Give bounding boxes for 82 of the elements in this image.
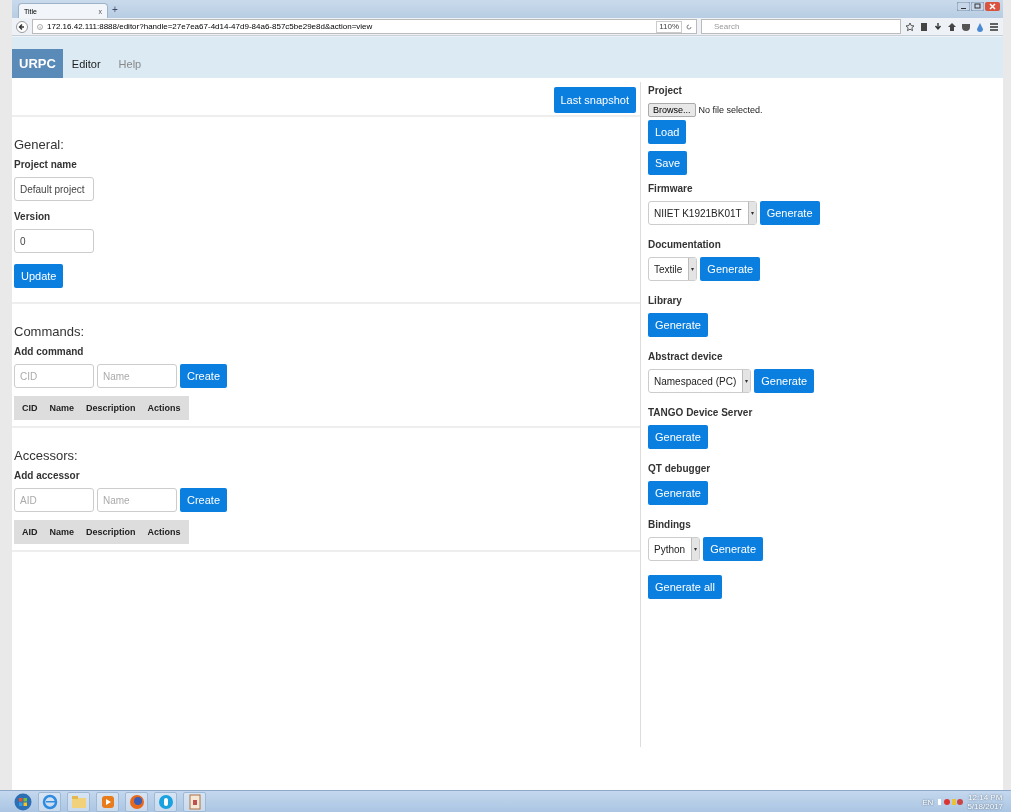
download-icon[interactable] <box>933 21 943 32</box>
address-bar[interactable]: 172.16.42.111:8888/editor?handle=27e7ea67-4d14-47d9-84a6-857c5be29e8d&action=view 110% <box>32 19 697 34</box>
url-text: 172.16.42.111:8888/editor?handle=27e7ea67-4d14-47d9-84a6-857c5be29e8d&action=view <box>47 22 373 31</box>
generate-all-button[interactable]: Generate all <box>648 575 722 599</box>
section-label: TANGO Device Server <box>648 407 753 418</box>
info-icon <box>37 23 43 30</box>
dropdown-value: Namespaced (PC) <box>654 375 737 387</box>
maximize-icon[interactable] <box>971 2 984 11</box>
menu-icon[interactable] <box>989 21 999 32</box>
column-header: AID <box>21 527 39 537</box>
generate-button[interactable]: Generate <box>648 313 708 337</box>
tray-icons[interactable] <box>937 798 964 806</box>
dropdown[interactable]: Textile <box>648 257 698 281</box>
media-player-icon[interactable] <box>99 794 116 810</box>
start-orb-icon[interactable] <box>14 793 32 811</box>
create-button[interactable]: Create <box>180 488 228 512</box>
file-status: No file selected. <box>698 105 763 115</box>
column-header: Name <box>48 527 75 537</box>
browser-e-icon[interactable] <box>41 794 58 810</box>
update-button[interactable]: Update <box>14 264 64 288</box>
document-icon[interactable] <box>186 794 203 810</box>
action-button[interactable]: Load <box>648 120 687 144</box>
nav-link[interactable]: Help <box>109 49 151 78</box>
brand-logo[interactable]: URPC <box>12 49 63 78</box>
search-field[interactable]: Search <box>701 19 901 34</box>
text-field[interactable]: Name <box>97 364 177 388</box>
home-icon[interactable] <box>947 21 957 32</box>
shield-icon[interactable] <box>961 21 971 32</box>
section-heading: Accessors: <box>14 448 78 463</box>
column-header: Actions <box>146 403 182 413</box>
field-label: Version <box>14 211 51 222</box>
section-label: Bindings <box>648 519 691 530</box>
section-label: QT debugger <box>648 463 711 474</box>
generate-button[interactable]: Generate <box>703 537 763 561</box>
close-icon[interactable] <box>985 2 1000 11</box>
new-tab-button[interactable]: + <box>112 3 118 15</box>
column-header: CID <box>21 403 39 413</box>
section-heading: General: <box>14 137 64 152</box>
caret-icon <box>694 547 698 551</box>
zoom-level[interactable]: 110% <box>656 20 682 33</box>
dropdown-value: NIIET K1921BK01T <box>654 207 742 219</box>
section-label: Project <box>648 85 682 96</box>
column-header: Name <box>48 403 75 413</box>
section-label: Abstract device <box>648 351 723 362</box>
field-label: Add accessor <box>14 470 80 481</box>
caret-icon <box>750 211 754 215</box>
minimize-icon[interactable] <box>957 2 970 11</box>
dropdown[interactable]: Namespaced (PC) <box>648 369 752 393</box>
field-label: Add command <box>14 346 84 357</box>
column-header: Actions <box>146 527 182 537</box>
generate-button[interactable]: Generate <box>700 257 761 281</box>
generate-button[interactable]: Generate <box>648 481 708 505</box>
section-label: Firmware <box>648 183 693 194</box>
dropdown[interactable]: Python <box>648 537 701 561</box>
text-field[interactable]: CID <box>14 364 94 388</box>
dropdown-value: Python <box>654 543 686 555</box>
caret-icon <box>745 379 749 383</box>
column-header: Description <box>85 527 137 537</box>
reload-icon[interactable] <box>686 23 692 30</box>
dropdown[interactable]: NIIET K1921BK01T <box>648 201 757 225</box>
text-field[interactable]: Default project <box>14 177 94 201</box>
section-heading: Commands: <box>14 324 85 339</box>
text-field[interactable]: 0 <box>14 229 94 253</box>
section-label: Library <box>648 295 682 306</box>
bookmark-star-icon[interactable] <box>905 21 915 32</box>
back-icon[interactable] <box>16 20 28 33</box>
nav-link[interactable]: Editor <box>62 49 110 78</box>
column-header: Description <box>85 403 137 413</box>
generate-button[interactable]: Generate <box>759 201 820 225</box>
generate-button[interactable]: Generate <box>648 425 708 449</box>
browse-button[interactable]: Browse... <box>648 103 696 117</box>
drop-icon[interactable] <box>975 21 985 32</box>
caret-icon <box>691 267 695 271</box>
generate-button[interactable]: Generate <box>754 369 815 393</box>
action-button[interactable]: Save <box>648 151 688 175</box>
text-field[interactable]: AID <box>14 488 94 512</box>
section-label: Documentation <box>648 239 721 250</box>
text-field[interactable]: Name <box>97 488 177 512</box>
last-snapshot-button[interactable]: Last snapshot <box>553 87 636 113</box>
field-label: Project name <box>14 159 77 170</box>
create-button[interactable]: Create <box>180 364 228 388</box>
dropdown-value: Textile <box>654 263 683 275</box>
